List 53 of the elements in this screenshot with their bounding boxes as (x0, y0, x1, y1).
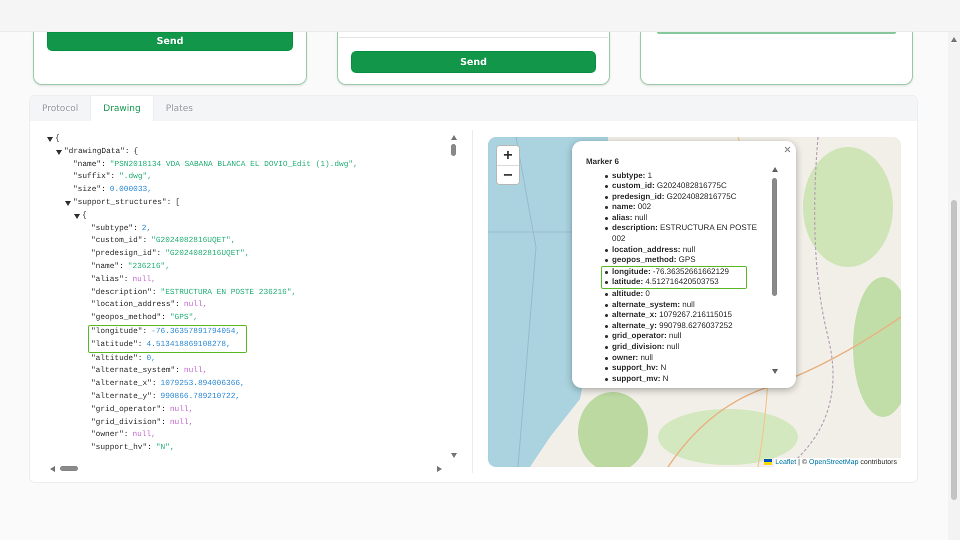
popup-field: grid_operator: null (612, 331, 768, 342)
collapse-toggle[interactable] (47, 136, 53, 142)
scrollbar[interactable] (948, 32, 960, 540)
bullet-icon (605, 293, 608, 296)
send-button[interactable]: Send (47, 32, 293, 51)
bullet-icon (605, 346, 608, 349)
popup-field: name: 002 (612, 202, 768, 213)
popup-field: longitude: -76.36352661662129 (612, 266, 746, 278)
popup-field: geopos_method: GPS (612, 255, 768, 266)
bullet-icon (605, 367, 608, 370)
bullet-icon (605, 378, 608, 381)
bullet-icon (605, 248, 608, 252)
horizontal-scrollbar[interactable] (50, 464, 442, 473)
popup-field: predesign_id: G2024082816775C (612, 192, 768, 202)
popup-field: subtype: 1 (612, 170, 768, 182)
popup-field: latitude: 4.512716420503753 (612, 277, 746, 288)
bullet-icon (605, 216, 608, 220)
popup-field: support_hv: N (612, 363, 768, 374)
collapse-toggle[interactable] (56, 150, 62, 155)
popup-field: altitude: 0 (612, 289, 768, 300)
popup-field: custom_id: G2024082816775C (612, 181, 768, 192)
bullet-icon (605, 206, 608, 210)
bullet-icon (605, 314, 608, 318)
flag-icon (764, 459, 772, 465)
bullet-icon (605, 335, 608, 338)
bullet-icon (605, 185, 608, 188)
popup-field: alias: null (612, 212, 768, 224)
bullet-icon (605, 270, 608, 274)
popup-field: support_mv: N (612, 374, 768, 384)
popup-title: Marker 6 (586, 156, 619, 168)
bullet-icon (605, 356, 608, 360)
popup-field: location_address: null (612, 244, 768, 256)
bullet-icon (605, 227, 608, 230)
popup-field: alternate_system: null (612, 300, 768, 310)
popup-field: grid_division: null (612, 342, 768, 353)
bullet-icon (605, 324, 608, 328)
tab[interactable]: Drawing (90, 96, 154, 121)
bullet-icon (605, 281, 608, 284)
popup-field: alternate_x: 1079267.216115015 (612, 310, 768, 321)
close-icon[interactable] (784, 146, 791, 152)
zoom-out-button[interactable]: − (497, 164, 519, 184)
bullet-icon (605, 259, 608, 262)
collapse-toggle[interactable] (65, 200, 71, 206)
send-button[interactable]: Send (351, 51, 596, 73)
tab[interactable]: Protocol (30, 96, 90, 121)
popup-field: owner: null (612, 352, 768, 364)
bullet-icon (605, 174, 608, 178)
popup-field: alternate_y: 990798.6276037252 (612, 320, 768, 332)
field-edge[interactable] (657, 32, 896, 34)
bullet-icon (605, 196, 608, 199)
tab[interactable]: Plates (154, 96, 205, 121)
bullet-icon (605, 304, 608, 307)
collapse-toggle[interactable] (74, 214, 80, 219)
